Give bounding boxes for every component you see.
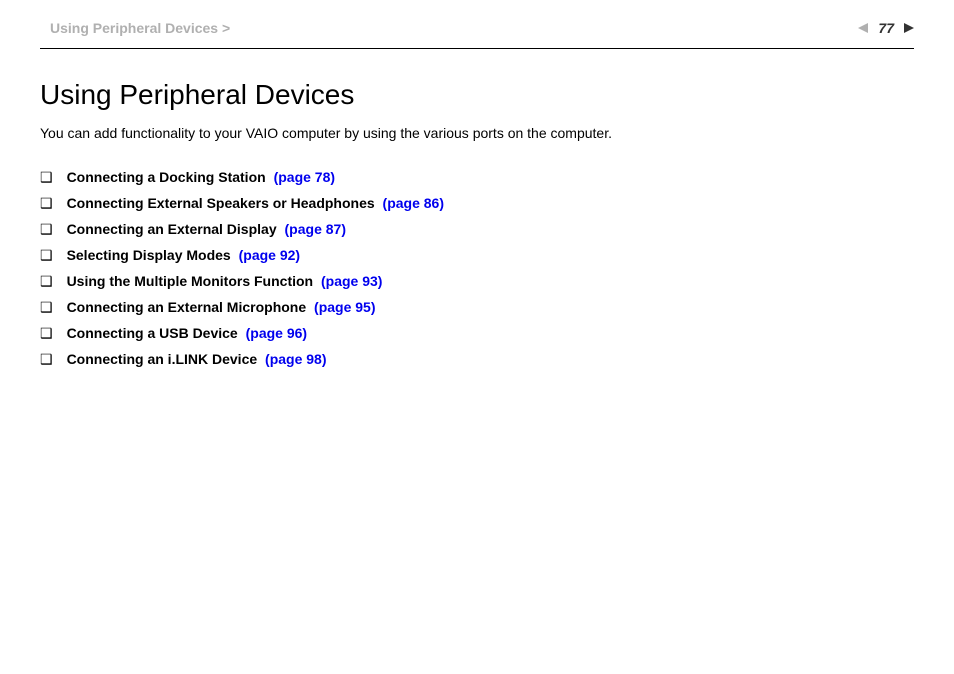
toc-label: Connecting an i.LINK Device bbox=[67, 351, 258, 367]
toc-item: ❑ Connecting External Speakers or Headph… bbox=[40, 195, 914, 211]
content-area: Using Peripheral Devices You can add fun… bbox=[0, 49, 954, 367]
toc-page-link[interactable]: (page 98) bbox=[265, 351, 326, 367]
bullet-icon: ❑ bbox=[40, 248, 53, 262]
bullet-icon: ❑ bbox=[40, 300, 53, 314]
page-number: 77 bbox=[878, 20, 894, 36]
toc-item: ❑ Selecting Display Modes (page 92) bbox=[40, 247, 914, 263]
prev-page-arrow-icon[interactable] bbox=[858, 22, 870, 34]
toc-label: Selecting Display Modes bbox=[67, 247, 231, 263]
toc-label: Connecting External Speakers or Headphon… bbox=[67, 195, 375, 211]
bullet-icon: ❑ bbox=[40, 326, 53, 340]
page-navigation: 77 bbox=[858, 20, 914, 36]
bullet-icon: ❑ bbox=[40, 170, 53, 184]
toc-list: ❑ Connecting a Docking Station (page 78)… bbox=[40, 169, 914, 367]
bullet-icon: ❑ bbox=[40, 222, 53, 236]
bullet-icon: ❑ bbox=[40, 196, 53, 210]
toc-item: ❑ Connecting an External Microphone (pag… bbox=[40, 299, 914, 315]
toc-page-link[interactable]: (page 86) bbox=[383, 195, 444, 211]
toc-item: ❑ Connecting an i.LINK Device (page 98) bbox=[40, 351, 914, 367]
breadcrumb: Using Peripheral Devices > bbox=[50, 20, 230, 36]
toc-item: ❑ Connecting an External Display (page 8… bbox=[40, 221, 914, 237]
header: Using Peripheral Devices > 77 bbox=[0, 0, 954, 36]
bullet-icon: ❑ bbox=[40, 352, 53, 366]
intro-text: You can add functionality to your VAIO c… bbox=[40, 125, 914, 141]
toc-page-link[interactable]: (page 87) bbox=[285, 221, 346, 237]
toc-item: ❑ Connecting a USB Device (page 96) bbox=[40, 325, 914, 341]
toc-label: Connecting an External Display bbox=[67, 221, 277, 237]
toc-label: Connecting an External Microphone bbox=[67, 299, 307, 315]
bullet-icon: ❑ bbox=[40, 274, 53, 288]
toc-page-link[interactable]: (page 96) bbox=[246, 325, 307, 341]
page-title: Using Peripheral Devices bbox=[40, 79, 914, 111]
toc-page-link[interactable]: (page 92) bbox=[239, 247, 300, 263]
next-page-arrow-icon[interactable] bbox=[902, 22, 914, 34]
toc-page-link[interactable]: (page 93) bbox=[321, 273, 382, 289]
toc-page-link[interactable]: (page 78) bbox=[274, 169, 335, 185]
toc-label: Using the Multiple Monitors Function bbox=[67, 273, 314, 289]
toc-page-link[interactable]: (page 95) bbox=[314, 299, 375, 315]
toc-label: Connecting a USB Device bbox=[67, 325, 238, 341]
toc-item: ❑ Connecting a Docking Station (page 78) bbox=[40, 169, 914, 185]
toc-label: Connecting a Docking Station bbox=[67, 169, 266, 185]
toc-item: ❑ Using the Multiple Monitors Function (… bbox=[40, 273, 914, 289]
